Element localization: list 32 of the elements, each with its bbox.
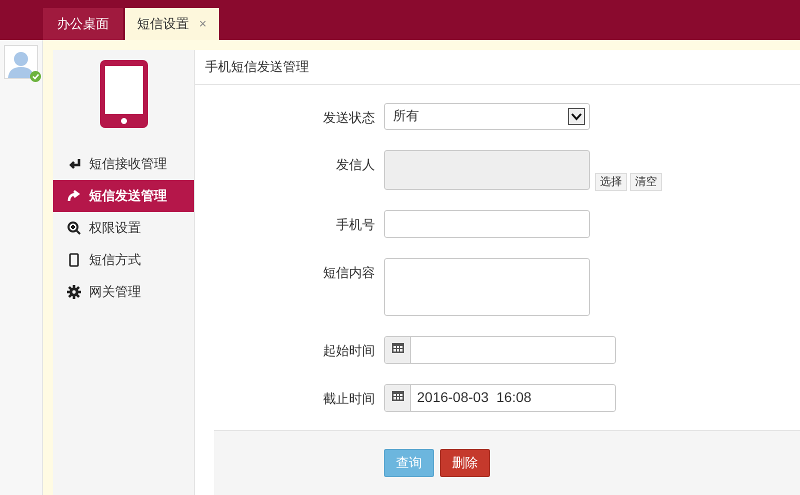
sidebar-item[interactable]: 权限设置 [53,212,194,244]
sidebar-item[interactable]: 短信发送管理 [53,180,194,212]
date-field[interactable] [384,336,616,364]
field-label: 发信人 [335,156,375,174]
sidebar-item[interactable]: 短信方式 [53,244,194,276]
field-label: 手机号 [335,216,375,234]
small-button[interactable]: 清空 [630,172,662,191]
status-select[interactable]: 所有 [384,102,590,130]
small-button[interactable]: 选择 [595,172,627,191]
delete-button[interactable]: 删除 [440,448,490,477]
date-field[interactable]: 2016-08-03 16:08 [384,384,616,412]
settings-icon [67,285,81,299]
field-label: 起始时间 [322,342,375,360]
content-textarea[interactable] [384,258,590,316]
field-label: 截止时间 [322,390,375,408]
tablet-icon [100,60,148,128]
field-label: 发送状态 [322,108,375,127]
sidebar-item[interactable]: 网关管理 [53,276,194,308]
forward-icon [67,189,81,203]
phone-icon [67,253,81,267]
sender-field[interactable] [384,150,590,190]
phone-input[interactable] [384,210,590,238]
panel-title: 手机短信发送管理 [205,58,309,76]
zoom-in-icon [67,221,81,235]
user-avatar[interactable] [4,45,38,79]
tab[interactable]: 短信设置 × [125,8,219,40]
tab[interactable]: 办公桌面 [43,8,123,40]
calendar-icon [392,342,404,353]
field-label: 短信内容 [322,264,375,282]
sidebar-item[interactable]: 短信接收管理 [53,148,194,180]
reply-icon [67,157,81,171]
calendar-icon [392,390,404,401]
